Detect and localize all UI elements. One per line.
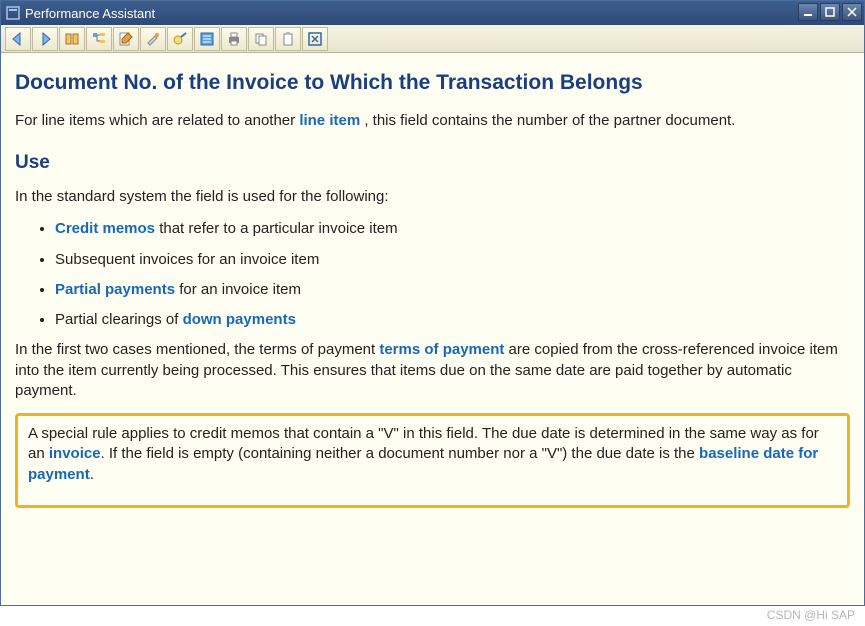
app-icon — [5, 5, 21, 21]
minimize-button[interactable] — [798, 3, 818, 21]
b4-before: Partial clearings of — [55, 311, 183, 328]
copy-button[interactable] — [248, 27, 274, 51]
use-intro: In the standard system the field is used… — [15, 187, 850, 207]
edit-button[interactable] — [113, 27, 139, 51]
list-item: Credit memos that refer to a particular … — [55, 219, 850, 239]
use-heading: Use — [15, 150, 850, 176]
link-partial-payments[interactable]: Partial payments — [55, 281, 175, 298]
window-title: Performance Assistant — [25, 6, 155, 21]
intro-text-2: , this field contains the number of the … — [360, 112, 735, 129]
print-button[interactable] — [221, 27, 247, 51]
para-terms: In the first two cases mentioned, the te… — [15, 340, 850, 401]
b2-text: Subsequent invoices for an invoice item — [55, 251, 319, 268]
box-t2: . If the field is empty (containing neit… — [101, 445, 699, 462]
brush-button[interactable] — [140, 27, 166, 51]
b3-after: for an invoice item — [175, 281, 301, 298]
intro-paragraph: For line items which are related to anot… — [15, 111, 850, 131]
page-title: Document No. of the Invoice to Which the… — [15, 69, 850, 97]
watermark: CSDN @Hi SAP — [767, 608, 855, 622]
close-box-button[interactable] — [302, 27, 328, 51]
use-list: Credit memos that refer to a particular … — [15, 219, 850, 330]
help-window: Performance Assistant — [0, 0, 865, 606]
p2-before: In the first two cases mentioned, the te… — [15, 341, 379, 358]
tree-button[interactable] — [86, 27, 112, 51]
window-controls — [798, 3, 862, 21]
link-line-item[interactable]: line item — [299, 112, 360, 129]
list-item: Partial payments for an invoice item — [55, 280, 850, 300]
help-button[interactable] — [167, 27, 193, 51]
link-invoice[interactable]: invoice — [49, 445, 101, 462]
list-item: Subsequent invoices for an invoice item — [55, 250, 850, 270]
list-button[interactable] — [194, 27, 220, 51]
link-terms-of-payment[interactable]: terms of payment — [379, 341, 504, 358]
intro-text-1: For line items which are related to anot… — [15, 112, 299, 129]
highlight-box: A special rule applies to credit memos t… — [15, 413, 850, 508]
link-down-payments[interactable]: down payments — [183, 311, 296, 328]
box-t3: . — [90, 466, 94, 483]
help-content: Document No. of the Invoice to Which the… — [1, 53, 864, 605]
titlebar: Performance Assistant — [1, 1, 864, 25]
clipboard-button[interactable] — [275, 27, 301, 51]
book-button[interactable] — [59, 27, 85, 51]
list-item: Partial clearings of down payments — [55, 310, 850, 330]
toolbar — [1, 25, 864, 53]
maximize-button[interactable] — [820, 3, 840, 21]
forward-button[interactable] — [32, 27, 58, 51]
b1-after: that refer to a particular invoice item — [155, 220, 398, 237]
close-button[interactable] — [842, 3, 862, 21]
link-credit-memos[interactable]: Credit memos — [55, 220, 155, 237]
back-button[interactable] — [5, 27, 31, 51]
